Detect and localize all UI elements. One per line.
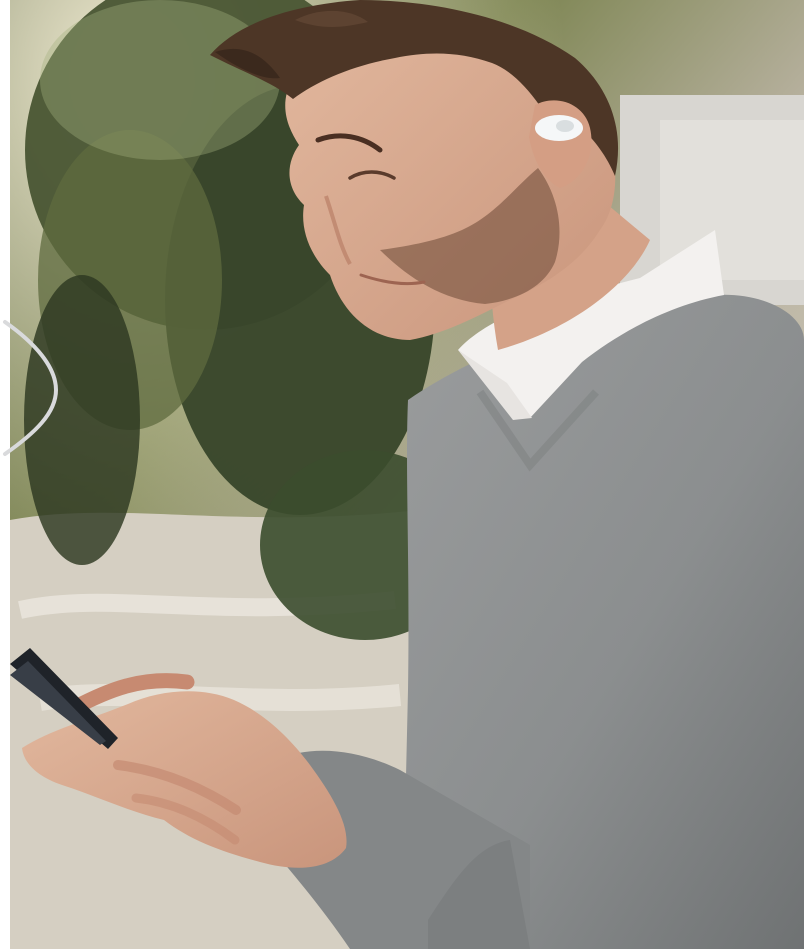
photo-illustration [10, 0, 804, 949]
chevron-left-arc-icon[interactable] [0, 318, 62, 458]
hero-image-stage [0, 0, 804, 949]
chevron-left-arc-graphic [3, 320, 59, 456]
earbud-icon [535, 115, 583, 141]
foliage-highlight [40, 0, 280, 160]
hero-photo [10, 0, 804, 949]
chevron-left-arc-path [3, 320, 59, 456]
